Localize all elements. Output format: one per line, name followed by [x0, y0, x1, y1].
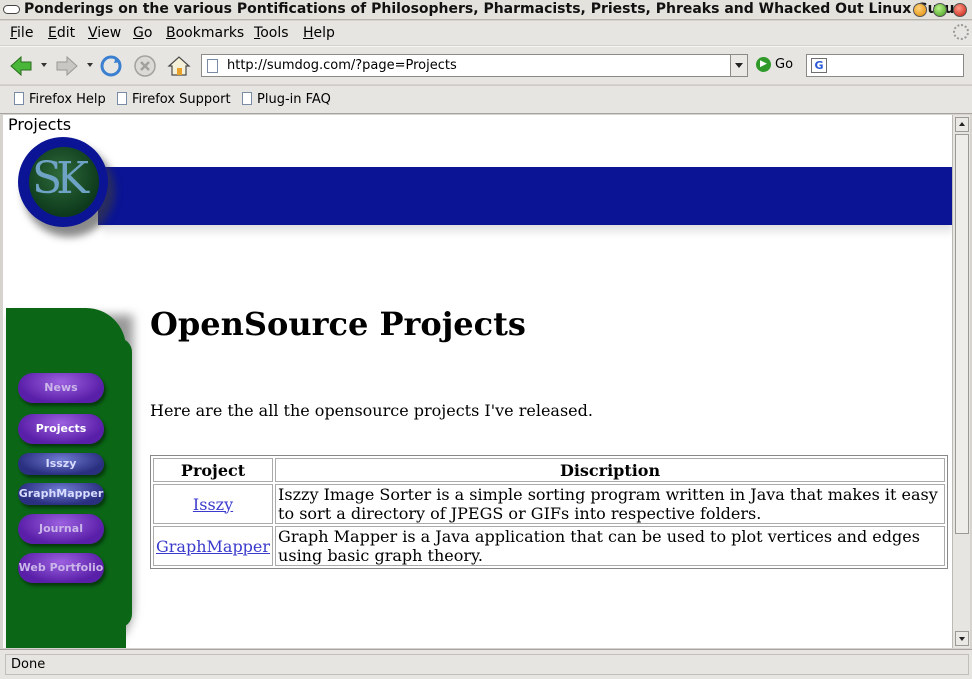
- activity-throbber-icon: [953, 24, 969, 40]
- menu-go-accel: G: [133, 25, 144, 41]
- menu-tools-label: ools: [260, 25, 289, 41]
- window-titlebar: Ponderings on the various Pontifications…: [0, 0, 972, 20]
- table-row: GraphMapper Graph Mapper is a Java appli…: [153, 526, 945, 566]
- bookmark-page-icon: [117, 92, 127, 105]
- status-text: Done: [5, 654, 969, 675]
- menu-edit[interactable]: Edit: [48, 25, 75, 41]
- home-icon[interactable]: [167, 55, 191, 77]
- page-heading: OpenSource Projects: [150, 305, 526, 343]
- menu-view-label: iew: [97, 25, 122, 41]
- minimize-button[interactable]: [913, 3, 927, 17]
- go-label: Go: [775, 57, 794, 72]
- menu-bar: File Edit View Go Bookmarks Tools Help: [0, 21, 972, 45]
- project-description: Iszzy Image Sorter is a simple sorting p…: [275, 484, 945, 524]
- page-label: Projects: [8, 115, 72, 134]
- menu-go-label: o: [143, 25, 153, 41]
- menu-view[interactable]: View: [88, 25, 121, 41]
- menu-bookmarks-accel: B: [166, 25, 176, 41]
- project-link-isszy[interactable]: Isszy: [193, 495, 233, 514]
- table-header-row: Project Discription: [153, 458, 945, 482]
- nav-isszy-button[interactable]: Isszy: [18, 453, 104, 475]
- logo-text: SK: [32, 153, 89, 204]
- url-history-dropdown[interactable]: [730, 55, 747, 76]
- forward-arrow-icon[interactable]: [55, 55, 79, 77]
- search-engine-icon[interactable]: G: [811, 58, 827, 73]
- page-icon: [207, 59, 218, 73]
- scroll-up-arrow-icon[interactable]: [955, 117, 969, 132]
- nav-projects-button[interactable]: Projects: [18, 414, 104, 444]
- menu-tools[interactable]: Tools: [254, 25, 289, 41]
- window-menu-button[interactable]: [3, 5, 20, 14]
- go-arrow-icon: ▶: [756, 57, 771, 72]
- project-name-cell: GraphMapper: [153, 526, 274, 566]
- menu-edit-accel: E: [48, 25, 57, 41]
- menu-file-accel: F: [10, 25, 18, 41]
- bookmark-page-icon: [242, 92, 252, 105]
- back-arrow-icon[interactable]: [9, 55, 33, 77]
- menu-help-label: elp: [313, 25, 335, 41]
- maximize-button[interactable]: [933, 3, 947, 17]
- site-sidebar: [6, 308, 132, 648]
- bookmarks-toolbar: Firefox Help Firefox Support Plug-in FAQ: [0, 85, 972, 114]
- menu-help-accel: H: [303, 25, 314, 41]
- menu-view-accel: V: [88, 25, 98, 41]
- nav-journal-button[interactable]: Journal: [18, 514, 104, 544]
- scroll-thumb[interactable]: [955, 134, 969, 534]
- stop-icon[interactable]: [133, 55, 157, 77]
- bookmark-firefox-support[interactable]: Firefox Support: [117, 92, 231, 107]
- bookmark-firefox-help[interactable]: Firefox Help: [14, 92, 106, 107]
- bookmark-plugin-faq[interactable]: Plug-in FAQ: [242, 92, 331, 107]
- nav-graphmapper-button[interactable]: GraphMapper: [18, 483, 104, 505]
- menu-file-label: ile: [17, 25, 34, 41]
- menu-help[interactable]: Help: [303, 25, 335, 41]
- bookmark-label: Plug-in FAQ: [257, 92, 331, 107]
- projects-table: Project Discription Isszy Iszzy Image So…: [150, 455, 948, 569]
- bookmark-page-icon: [14, 92, 24, 105]
- menu-file[interactable]: File: [10, 25, 33, 41]
- navigation-toolbar: http://sumdog.com/?page=Projects ▶ Go G: [0, 46, 972, 84]
- close-button[interactable]: [953, 3, 967, 17]
- project-description: Graph Mapper is a Java application that …: [275, 526, 945, 566]
- bookmark-label: Firefox Support: [132, 92, 231, 107]
- go-button[interactable]: ▶ Go: [756, 57, 793, 75]
- forward-history-dropdown-icon[interactable]: [87, 63, 93, 67]
- scroll-down-arrow-icon[interactable]: [955, 631, 969, 646]
- bookmark-label: Firefox Help: [29, 92, 106, 107]
- search-field[interactable]: G: [806, 54, 964, 77]
- menu-bookmarks-label: ookmarks: [175, 25, 245, 41]
- url-field[interactable]: http://sumdog.com/?page=Projects: [201, 54, 748, 77]
- nav-web-portfolio-button[interactable]: Web Portfolio: [18, 553, 104, 583]
- menu-go[interactable]: Go: [133, 25, 152, 41]
- url-text[interactable]: http://sumdog.com/?page=Projects: [227, 58, 457, 73]
- page-content: Projects SK News Projects Isszy GraphMap…: [3, 115, 952, 648]
- back-history-dropdown-icon[interactable]: [41, 63, 47, 67]
- status-bar: Done: [0, 649, 972, 679]
- vertical-scrollbar[interactable]: [952, 115, 970, 648]
- column-header-project: Project: [153, 458, 274, 482]
- site-banner: [98, 167, 952, 225]
- intro-text: Here are the all the opensource projects…: [150, 401, 593, 420]
- project-name-cell: Isszy: [153, 484, 274, 524]
- menu-bookmarks[interactable]: Bookmarks: [166, 25, 244, 41]
- menu-edit-label: dit: [56, 25, 76, 41]
- window-title: Ponderings on the various Pontifications…: [24, 1, 963, 17]
- table-row: Isszy Iszzy Image Sorter is a simple sor…: [153, 484, 945, 524]
- nav-news-button[interactable]: News: [18, 373, 104, 403]
- project-link-graphmapper[interactable]: GraphMapper: [156, 537, 270, 556]
- column-header-description: Discription: [275, 458, 945, 482]
- reload-icon[interactable]: [99, 55, 123, 77]
